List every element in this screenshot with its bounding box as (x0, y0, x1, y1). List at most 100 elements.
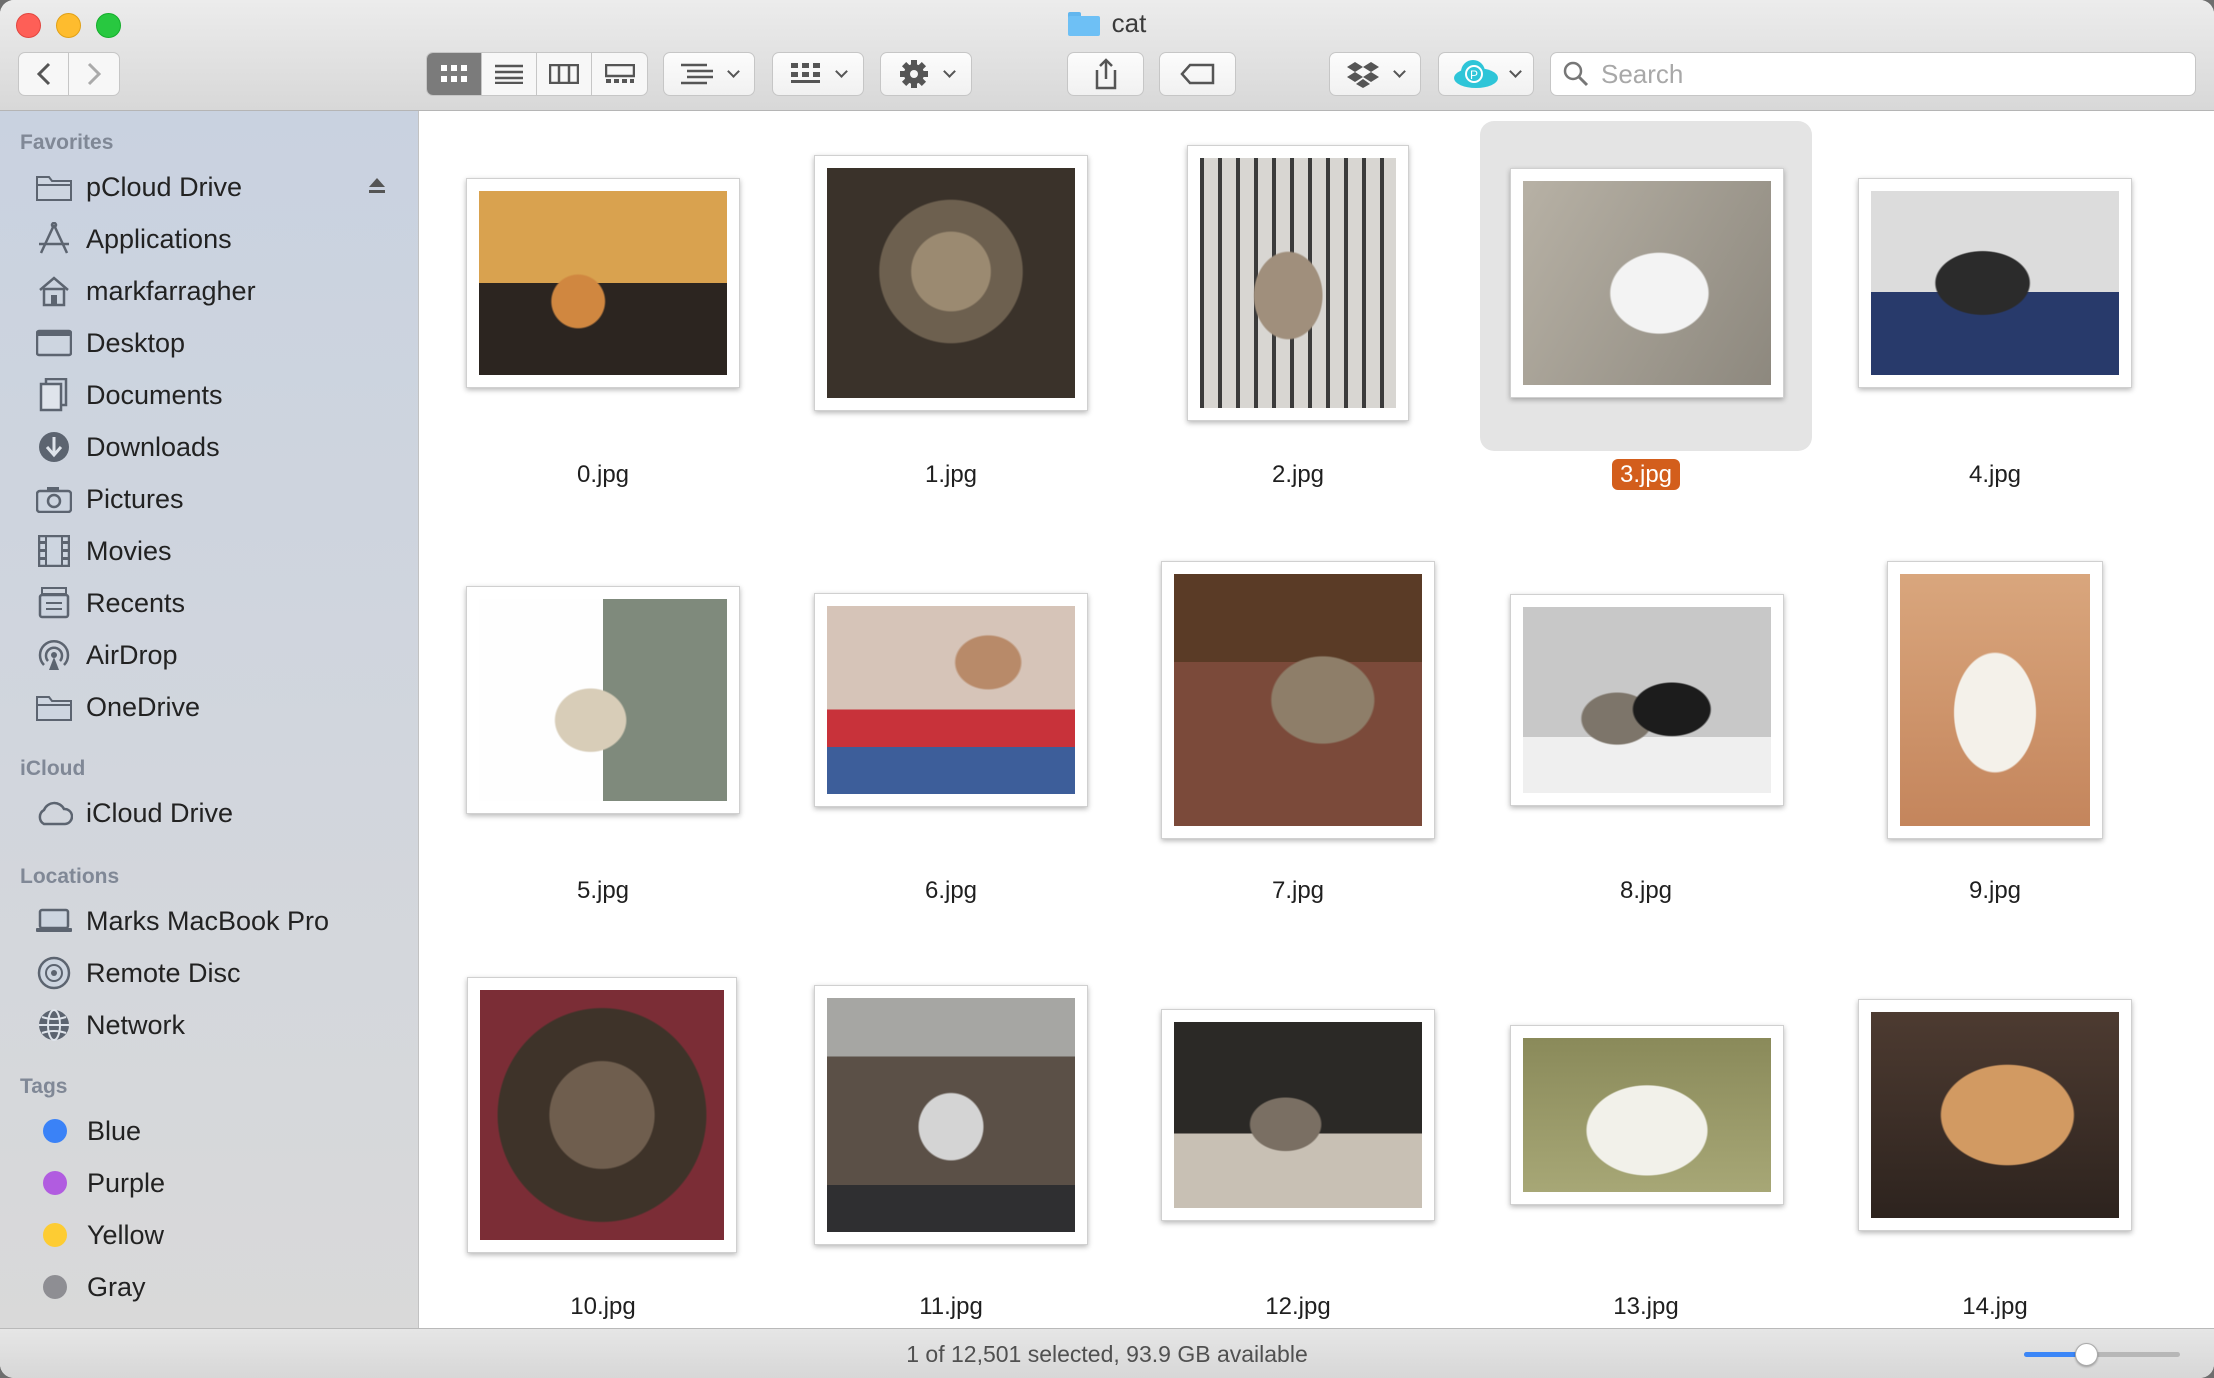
sidebar-tag-purple[interactable]: Purple (0, 1159, 419, 1207)
thumbnail-image (1174, 1022, 1422, 1208)
sidebar-item-desktop[interactable]: Desktop (0, 319, 419, 367)
tags-header: Tags (20, 1075, 68, 1098)
thumbnail-image (827, 168, 1075, 398)
sidebar-tag-yellow[interactable]: Yellow (0, 1211, 419, 1259)
file-thumbnail[interactable] (814, 985, 1088, 1245)
sidebar-item-label: Blue (87, 1115, 142, 1146)
sidebar-item-recents[interactable]: Recents (0, 579, 419, 627)
icloud-header: iCloud (20, 757, 86, 780)
sidebar-item-macbook[interactable]: Marks MacBook Pro (0, 897, 419, 945)
gear-icon (899, 60, 928, 88)
thumbnail-image (1871, 1012, 2119, 1218)
column-view-button[interactable] (537, 53, 592, 95)
sidebar-item-onedrive[interactable]: OneDrive (0, 683, 419, 731)
sidebar-item-pcloud-drive[interactable]: pCloud Drive (0, 163, 419, 211)
file-thumbnail[interactable] (1510, 168, 1784, 398)
sidebar-item-documents[interactable]: Documents (0, 371, 419, 419)
group-by-icon (680, 63, 713, 85)
file-name[interactable]: 5.jpg (483, 877, 723, 905)
film-icon (34, 531, 74, 571)
file-thumbnail[interactable] (814, 593, 1088, 807)
file-thumbnail[interactable] (1510, 1025, 1784, 1205)
sidebar-item-label: markfarragher (86, 275, 256, 306)
sidebar-item-label: pCloud Drive (86, 171, 243, 202)
sidebar-item-downloads[interactable]: Downloads (0, 423, 419, 471)
sidebar-item-remote-disc[interactable]: Remote Disc (0, 949, 419, 997)
chevron-right-icon (87, 62, 102, 86)
pcloud-button[interactable]: P (1438, 52, 1534, 96)
search-input[interactable] (1601, 58, 2161, 90)
folder-icon (34, 167, 74, 207)
arrange-button[interactable] (772, 52, 864, 96)
share-icon (1095, 58, 1116, 90)
globe-icon (34, 1005, 74, 1045)
sidebar-item-applications[interactable]: Applications (0, 215, 419, 263)
file-name[interactable]: 7.jpg (1178, 877, 1418, 905)
tag-button[interactable] (1159, 52, 1236, 96)
file-name[interactable]: 9.jpg (1875, 877, 2115, 905)
file-thumbnail[interactable] (1510, 594, 1784, 806)
sidebar-item-network[interactable]: Network (0, 1001, 419, 1049)
sidebar-item-movies[interactable]: Movies (0, 527, 419, 575)
file-thumbnail[interactable] (467, 977, 737, 1253)
file-thumbnail[interactable] (1887, 561, 2103, 839)
zoom-slider[interactable] (2024, 1343, 2180, 1366)
file-name[interactable]: 4.jpg (1875, 461, 2115, 489)
dropbox-button[interactable] (1329, 52, 1421, 96)
sidebar-item-label: Remote Disc (86, 957, 241, 988)
sidebar-item-icloud-drive[interactable]: iCloud Drive (0, 789, 419, 837)
search-field[interactable] (1550, 52, 2196, 96)
gallery-view-button[interactable] (592, 53, 647, 95)
thumbnail-image (479, 191, 727, 375)
column-view-icon (549, 64, 579, 84)
sidebar-item-label: Network (86, 1009, 186, 1040)
file-thumbnail[interactable] (1858, 999, 2132, 1231)
sidebar-tag-gray[interactable]: Gray (0, 1263, 419, 1311)
share-button[interactable] (1067, 52, 1144, 96)
file-name[interactable]: 0.jpg (483, 461, 723, 489)
locations-header: Locations (20, 865, 120, 888)
file-thumbnail[interactable] (466, 178, 740, 388)
sidebar-item-airdrop[interactable]: AirDrop (0, 631, 419, 679)
sidebar-item-label: OneDrive (86, 691, 201, 722)
sidebar-item-label: Documents (86, 379, 223, 410)
file-name[interactable]: 6.jpg (831, 877, 1071, 905)
action-button[interactable] (880, 52, 972, 96)
zoom-slider-knob[interactable] (2074, 1343, 2098, 1366)
file-thumbnail[interactable] (466, 586, 740, 814)
file-name[interactable]: 8.jpg (1526, 877, 1766, 905)
file-name[interactable]: 3.jpg (1526, 459, 1766, 490)
file-thumbnail[interactable] (1187, 145, 1409, 421)
sidebar-item-home[interactable]: markfarragher (0, 267, 419, 315)
chevron-down-icon (1508, 65, 1522, 78)
cloud-icon (34, 793, 74, 833)
folder-icon (34, 687, 74, 727)
file-name[interactable]: 13.jpg (1526, 1293, 1766, 1321)
sidebar-item-label: Movies (86, 535, 172, 566)
file-thumbnail[interactable] (814, 155, 1088, 411)
file-name[interactable]: 12.jpg (1178, 1293, 1418, 1321)
file-thumbnail[interactable] (1161, 1009, 1435, 1221)
sidebar-tag-blue[interactable]: Blue (0, 1107, 419, 1155)
finder-window: cat P Search Favorites pCloud Drive Appl… (0, 0, 2214, 1378)
pcloud-icon: P (1453, 60, 1498, 88)
sidebar-item-pictures[interactable]: Pictures (0, 475, 419, 523)
file-name[interactable]: 2.jpg (1178, 461, 1418, 489)
file-thumbnail[interactable] (1858, 178, 2132, 388)
file-name[interactable]: 1.jpg (831, 461, 1071, 489)
file-name[interactable]: 11.jpg (831, 1293, 1071, 1321)
camera-icon (34, 479, 74, 519)
arrange-icon (790, 63, 820, 83)
file-name[interactable]: 10.jpg (483, 1293, 723, 1321)
file-thumbnail[interactable] (1161, 561, 1435, 839)
list-view-button[interactable] (482, 53, 537, 95)
forward-button[interactable] (69, 53, 119, 95)
sidebar: Favorites pCloud Drive Applications mark… (0, 111, 419, 1328)
eject-icon[interactable] (368, 177, 386, 195)
file-name[interactable]: 14.jpg (1875, 1293, 2115, 1321)
group-by-button[interactable] (663, 52, 755, 96)
thumbnail-image (1174, 574, 1422, 826)
icon-view-button[interactable] (427, 53, 482, 95)
back-button[interactable] (19, 53, 69, 95)
gray-tag-dot (43, 1275, 67, 1299)
